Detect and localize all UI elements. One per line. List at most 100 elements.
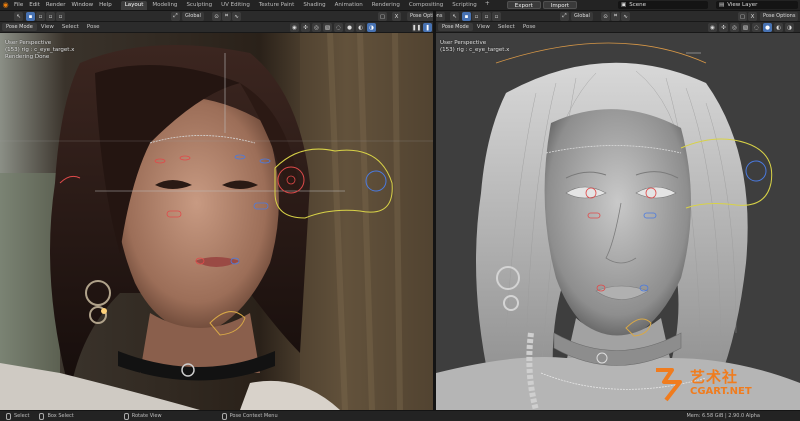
mouse-right-icon bbox=[221, 412, 227, 420]
left-object-info: (153) rig : c_eye_target.x bbox=[5, 47, 75, 53]
menu-window[interactable]: Window bbox=[68, 0, 96, 11]
overlays-icon[interactable]: ◎ bbox=[312, 23, 321, 32]
tab-shading[interactable]: Shading bbox=[299, 1, 329, 10]
transform-orientation-icon-right[interactable]: ⤢ bbox=[560, 12, 569, 21]
left-menu-pose[interactable]: Pose bbox=[83, 24, 104, 30]
status-box-select: Box Select bbox=[39, 412, 74, 420]
gizmo-icon-right[interactable]: ✣ bbox=[719, 23, 728, 32]
orientation-dropdown[interactable]: Global bbox=[182, 12, 204, 21]
status-context: Pose Context Menu bbox=[221, 412, 278, 420]
select-mode-icon[interactable]: ▫ bbox=[56, 12, 65, 21]
status-bar: Select Box Select Rotate View Pose Conte… bbox=[0, 410, 800, 421]
tab-rendering[interactable]: Rendering bbox=[368, 1, 404, 10]
tab-animation[interactable]: Animation bbox=[331, 1, 367, 10]
blender-logo-icon[interactable]: ◉ bbox=[0, 0, 11, 11]
eye-icon[interactable]: ◉ bbox=[290, 23, 299, 32]
watermark-site-text: CGART.NET bbox=[690, 386, 752, 397]
right-perspective-label: User Perspective bbox=[440, 40, 487, 46]
layers-icon: ▤ bbox=[719, 2, 725, 8]
xray-icon[interactable]: ▧ bbox=[323, 23, 332, 32]
menu-edit[interactable]: Edit bbox=[26, 0, 43, 11]
gizmo-icon[interactable]: ✣ bbox=[301, 23, 310, 32]
select-circle-icon-right[interactable]: ▫ bbox=[472, 12, 481, 21]
watermark-emblem-icon bbox=[656, 368, 682, 402]
cursor-tool-icon-right[interactable]: ↖ bbox=[450, 12, 459, 21]
select-box-icon-right[interactable]: ▪ bbox=[462, 12, 471, 21]
rendered-scene bbox=[0, 33, 433, 410]
pause-render-active-icon[interactable]: ❚ bbox=[423, 23, 432, 32]
status-select-label: Select bbox=[14, 413, 30, 419]
material-shading-icon[interactable]: ◐ bbox=[356, 23, 365, 32]
scene-selector[interactable]: ▣ Scene bbox=[618, 1, 708, 9]
mouse-middle-icon bbox=[123, 412, 129, 420]
add-workspace-button[interactable]: + bbox=[482, 0, 493, 10]
view-layer-selector[interactable]: ▤ View Layer bbox=[716, 1, 798, 9]
status-rotate: Rotate View bbox=[123, 412, 162, 420]
solid-shading-icon-right[interactable]: ● bbox=[763, 23, 772, 32]
solid-shading-icon[interactable]: ● bbox=[345, 23, 354, 32]
right-mode-dropdown[interactable]: Pose Mode bbox=[438, 23, 473, 31]
right-menu-pose[interactable]: Pose bbox=[519, 24, 540, 30]
status-rotate-label: Rotate View bbox=[131, 413, 162, 419]
import-button[interactable]: Import bbox=[542, 1, 578, 9]
select-circle-icon[interactable]: ▫ bbox=[36, 12, 45, 21]
export-button[interactable]: Export bbox=[506, 1, 541, 9]
right-viewport-solid[interactable]: User Perspective (153) rig : c_eye_targe… bbox=[436, 33, 800, 410]
solid-scene bbox=[436, 33, 800, 410]
overlays-icon-right[interactable]: ◎ bbox=[730, 23, 739, 32]
select-mode-icon-right[interactable]: ▫ bbox=[492, 12, 501, 21]
transform-orientation-icon[interactable]: ⤢ bbox=[171, 12, 180, 21]
right-object-info: (153) rig : c_eye_target.x bbox=[440, 47, 510, 53]
right-menu-view[interactable]: View bbox=[473, 24, 494, 30]
eye-icon-right[interactable]: ◉ bbox=[708, 23, 717, 32]
tab-texture-paint[interactable]: Texture Paint bbox=[255, 1, 299, 10]
rendered-shading-icon[interactable]: ◑ bbox=[367, 23, 376, 32]
x-axis-icon[interactable]: X bbox=[392, 12, 401, 21]
left-menu-select[interactable]: Select bbox=[58, 24, 83, 30]
status-select: Select bbox=[6, 412, 30, 420]
snap-icon-right[interactable]: ⌗ bbox=[611, 12, 620, 21]
material-shading-icon-right[interactable]: ◐ bbox=[774, 23, 783, 32]
tab-sculpting[interactable]: Sculpting bbox=[182, 1, 216, 10]
status-box-select-label: Box Select bbox=[47, 413, 74, 419]
right-menu-select[interactable]: Select bbox=[494, 24, 519, 30]
xray-icon-right[interactable]: ▧ bbox=[741, 23, 750, 32]
memory-stats: Mem: 6.58 GiB | 2.90.0 Alpha bbox=[686, 413, 760, 419]
pivot-icon-right[interactable]: ⊙ bbox=[601, 12, 610, 21]
cursor-tool-icon[interactable]: ↖ bbox=[14, 12, 23, 21]
right-shading-group: ◉ ✣ ◎ ▧ ◌ ● ◐ ◑ bbox=[708, 23, 794, 32]
left-mode-dropdown[interactable]: Pose Mode bbox=[2, 23, 37, 31]
wireframe-shading-icon[interactable]: ◌ bbox=[334, 23, 343, 32]
snap-icon[interactable]: ⌗ bbox=[222, 12, 231, 21]
left-shading-group: ◉ ✣ ◎ ▧ ◌ ● ◐ ◑ bbox=[290, 23, 376, 32]
orientation-dropdown-right[interactable]: Global bbox=[571, 12, 593, 21]
menu-render[interactable]: Render bbox=[43, 0, 69, 11]
left-menu-view[interactable]: View bbox=[37, 24, 58, 30]
menu-help[interactable]: Help bbox=[96, 0, 115, 11]
overlay-icon-right[interactable]: ▢ bbox=[738, 12, 747, 21]
mouse-drag-icon bbox=[39, 412, 45, 420]
tab-uv-editing[interactable]: UV Editing bbox=[217, 1, 254, 10]
wireframe-shading-icon-right[interactable]: ◌ bbox=[752, 23, 761, 32]
tab-layout[interactable]: Layout bbox=[120, 1, 148, 10]
select-box-icon[interactable]: ▪ bbox=[26, 12, 35, 21]
select-lasso-icon-right[interactable]: ▫ bbox=[482, 12, 491, 21]
pause-render-icon[interactable]: ❚❚ bbox=[412, 23, 421, 32]
import-export-group: Export Import bbox=[506, 1, 578, 9]
select-lasso-icon[interactable]: ▫ bbox=[46, 12, 55, 21]
proportional-icon-right[interactable]: ∿ bbox=[621, 12, 630, 21]
x-axis-icon-right[interactable]: X bbox=[748, 12, 757, 21]
menu-file[interactable]: File bbox=[11, 0, 26, 11]
overlay-icon[interactable]: ▢ bbox=[378, 12, 387, 21]
proportional-icon[interactable]: ∿ bbox=[232, 12, 241, 21]
left-viewport-rendered[interactable]: User Perspective (153) rig : c_eye_targe… bbox=[0, 33, 433, 410]
pivot-icon[interactable]: ⊙ bbox=[212, 12, 221, 21]
rendered-shading-icon-right[interactable]: ◑ bbox=[785, 23, 794, 32]
pose-options-left[interactable]: Pose Options bbox=[407, 12, 446, 21]
pose-options-right[interactable]: Pose Options bbox=[760, 12, 799, 21]
watermark-logo: 艺术社 CGART.NET bbox=[652, 364, 772, 408]
tab-modeling[interactable]: Modeling bbox=[148, 1, 181, 10]
tab-scripting[interactable]: Scripting bbox=[448, 1, 480, 10]
tab-compositing[interactable]: Compositing bbox=[405, 1, 447, 10]
watermark-chinese-text: 艺术社 bbox=[690, 368, 739, 386]
